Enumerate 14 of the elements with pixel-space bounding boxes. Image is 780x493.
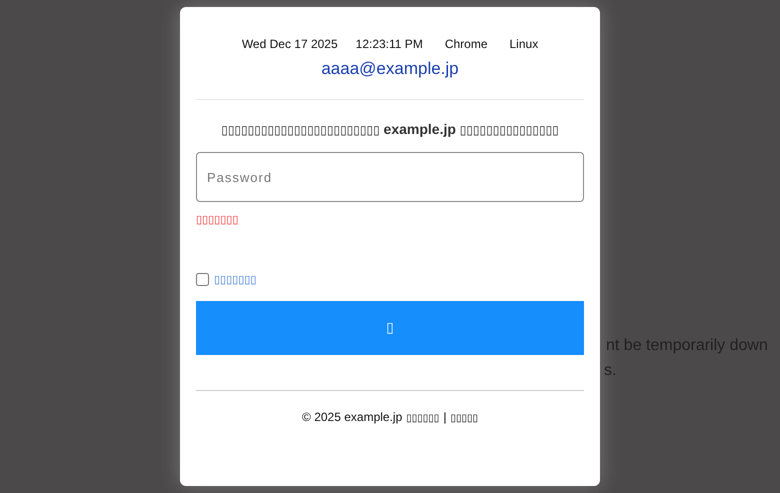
error-message: ▯▯▯▯▯▯▯ bbox=[196, 213, 238, 226]
info-text: 12:23:11 PM bbox=[354, 37, 424, 51]
info-text: Wed Dec 17 2025 bbox=[240, 37, 339, 51]
email-address: aaaa@example.jp bbox=[321, 59, 459, 79]
remember-label[interactable]: ▯▯▯▯▯▯▯ bbox=[214, 273, 256, 286]
footer-link[interactable]: ▯▯▯▯▯ bbox=[450, 413, 478, 424]
instruction-text: ▯▯▯▯▯▯▯▯▯▯▯▯▯▯▯▯▯▯▯▯▯▯▯▯ example.jp ▯▯▯▯▯▯▯▯▯▯▯▯▯▯▯ bbox=[220, 121, 560, 137]
info-text: Linux bbox=[508, 37, 540, 51]
password-field[interactable]: Password bbox=[196, 152, 584, 202]
remember-checkbox[interactable] bbox=[196, 273, 209, 286]
footer-link[interactable]: ▯▯▯▯▯▯ bbox=[406, 413, 440, 424]
copyright-text: © 2025 example.jp bbox=[302, 410, 402, 424]
info-text: Chrome bbox=[444, 37, 488, 51]
separator-text: | bbox=[443, 410, 446, 424]
